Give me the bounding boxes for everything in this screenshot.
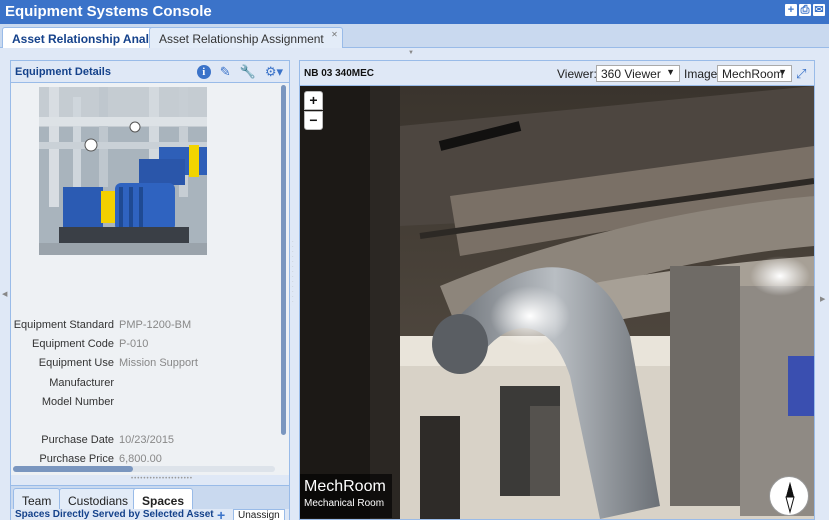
panel-splitter[interactable]: ••••••••••••••••••••	[11, 475, 289, 485]
detail-row: Purchase Date 10/23/2015	[11, 432, 281, 451]
viewer-label: Viewer:	[557, 67, 597, 81]
detail-value: 10/23/2015	[119, 433, 175, 446]
spaces-section-title: Spaces Directly Served by Selected Asset	[15, 509, 214, 520]
detail-row: Equipment Code P-010	[11, 336, 281, 355]
zoom-in-button[interactable]: +	[304, 91, 323, 110]
equipment-details-panel: Equipment Details i ✎ 🔧 ⚙▾ Equipment Sta…	[10, 60, 290, 520]
bottom-tabbar: Team Custodians Spaces	[11, 485, 289, 510]
details-body: Equipment Standard PMP-1200-BM Equipment…	[11, 83, 289, 475]
detail-value: PMP-1200-BM	[119, 319, 192, 331]
print-icon[interactable]: ⎙	[799, 4, 811, 16]
panorama-image	[300, 86, 814, 519]
detail-label: Model Number	[41, 395, 114, 408]
tab-label: Asset Relationship Assignment	[159, 32, 324, 46]
compass-needle	[785, 482, 795, 514]
detail-label: Equipment Standard	[13, 319, 114, 331]
tab-label: Custodians	[68, 494, 129, 508]
top-splitter[interactable]: ▼	[0, 48, 829, 56]
detail-value: 6,800.00	[119, 453, 162, 466]
panorama-viewer[interactable]: + − MechRoom Mechanical Room	[300, 86, 814, 519]
gear-icon[interactable]: ⚙▾	[265, 64, 283, 80]
tab-label: Team	[22, 494, 52, 508]
tab-custodians[interactable]: Custodians	[59, 488, 138, 510]
horizontal-scrollbar-track[interactable]	[13, 466, 275, 472]
spaces-header: Spaces Directly Served by Selected Asset…	[11, 509, 289, 520]
detail-row: Equipment Standard PMP-1200-BM	[11, 317, 281, 336]
app-titlebar: Equipment Systems Console + ⎙ ✉	[0, 0, 829, 24]
image-select[interactable]: MechRoom ▼	[717, 65, 792, 82]
tab-label: Spaces	[142, 494, 185, 508]
detail-label: Equipment Code	[32, 338, 114, 351]
tab-team[interactable]: Team	[13, 488, 61, 510]
close-icon[interactable]: ✕	[331, 30, 338, 39]
add-icon[interactable]: +	[785, 4, 797, 16]
collapse-handle-icon[interactable]: ▼	[408, 50, 414, 56]
image-selected-value: MechRoom	[722, 67, 784, 81]
info-icon[interactable]: i	[196, 65, 211, 79]
detail-value: Mission Support	[119, 357, 198, 370]
edit-icon[interactable]: ✎	[220, 64, 231, 80]
add-icon[interactable]: +	[217, 509, 225, 520]
detail-label: Purchase Date	[41, 433, 114, 446]
compass-icon[interactable]	[769, 476, 809, 516]
app-title: Equipment Systems Console	[5, 3, 212, 20]
caption-subtitle: Mechanical Room	[304, 498, 385, 509]
chevron-down-icon: ▼	[666, 67, 675, 77]
vertical-splitter-grip[interactable]: · · · · · · · · · · · · ·	[292, 240, 296, 320]
vertical-scrollbar[interactable]	[281, 85, 286, 435]
titlebar-tools: + ⎙ ✉	[785, 4, 825, 16]
location-label: NB 03 340MEC	[304, 68, 375, 79]
image-label: Image	[684, 67, 718, 81]
panel-title: Equipment Details	[15, 66, 111, 78]
chevron-down-icon: ▼	[778, 67, 787, 77]
wrench-icon[interactable]: 🔧	[240, 64, 256, 80]
collapse-left-icon[interactable]: ◀	[2, 290, 7, 298]
detail-spacer	[11, 413, 281, 432]
equipment-photo	[39, 87, 207, 255]
tab-spaces[interactable]: Spaces	[133, 488, 194, 510]
collapse-right-icon[interactable]: ▶	[820, 295, 825, 303]
panel-header: Equipment Details i ✎ 🔧 ⚙▾	[11, 61, 289, 83]
detail-label: Equipment Use	[38, 357, 114, 370]
image-caption: MechRoom Mechanical Room	[300, 474, 392, 518]
panel-tools: i ✎ 🔧 ⚙▾	[196, 64, 283, 80]
tab-asset-relationship-assignment[interactable]: Asset Relationship Assignment ✕	[149, 27, 343, 48]
detail-label: Purchase Price	[39, 453, 114, 466]
viewer-select[interactable]: 360 Viewer ▼	[596, 65, 680, 82]
detail-value: P-010	[119, 338, 149, 351]
main-tabbar: Asset Relationship Analysis Asset Relati…	[0, 24, 829, 49]
splitter-grip[interactable]: ••••••••••••••••••••	[131, 476, 193, 482]
horizontal-scrollbar[interactable]	[13, 466, 133, 472]
unassign-button[interactable]: Unassign	[233, 509, 285, 520]
details-list: Equipment Standard PMP-1200-BM Equipment…	[11, 317, 281, 470]
expand-icon[interactable]: ⤢	[796, 66, 806, 82]
email-icon[interactable]: ✉	[813, 4, 825, 16]
detail-row: Model Number	[11, 394, 281, 413]
detail-row: Equipment Use Mission Support	[11, 355, 281, 374]
viewer-panel: NB 03 340MEC Viewer: 360 Viewer ▼ Image …	[299, 60, 815, 520]
viewer-header: NB 03 340MEC Viewer: 360 Viewer ▼ Image …	[300, 61, 814, 86]
caption-title: MechRoom	[304, 478, 386, 495]
zoom-out-button[interactable]: −	[304, 111, 323, 130]
detail-label: Manufacturer	[49, 376, 114, 389]
detail-row: Manufacturer	[11, 375, 281, 394]
viewer-selected-value: 360 Viewer	[601, 67, 661, 81]
